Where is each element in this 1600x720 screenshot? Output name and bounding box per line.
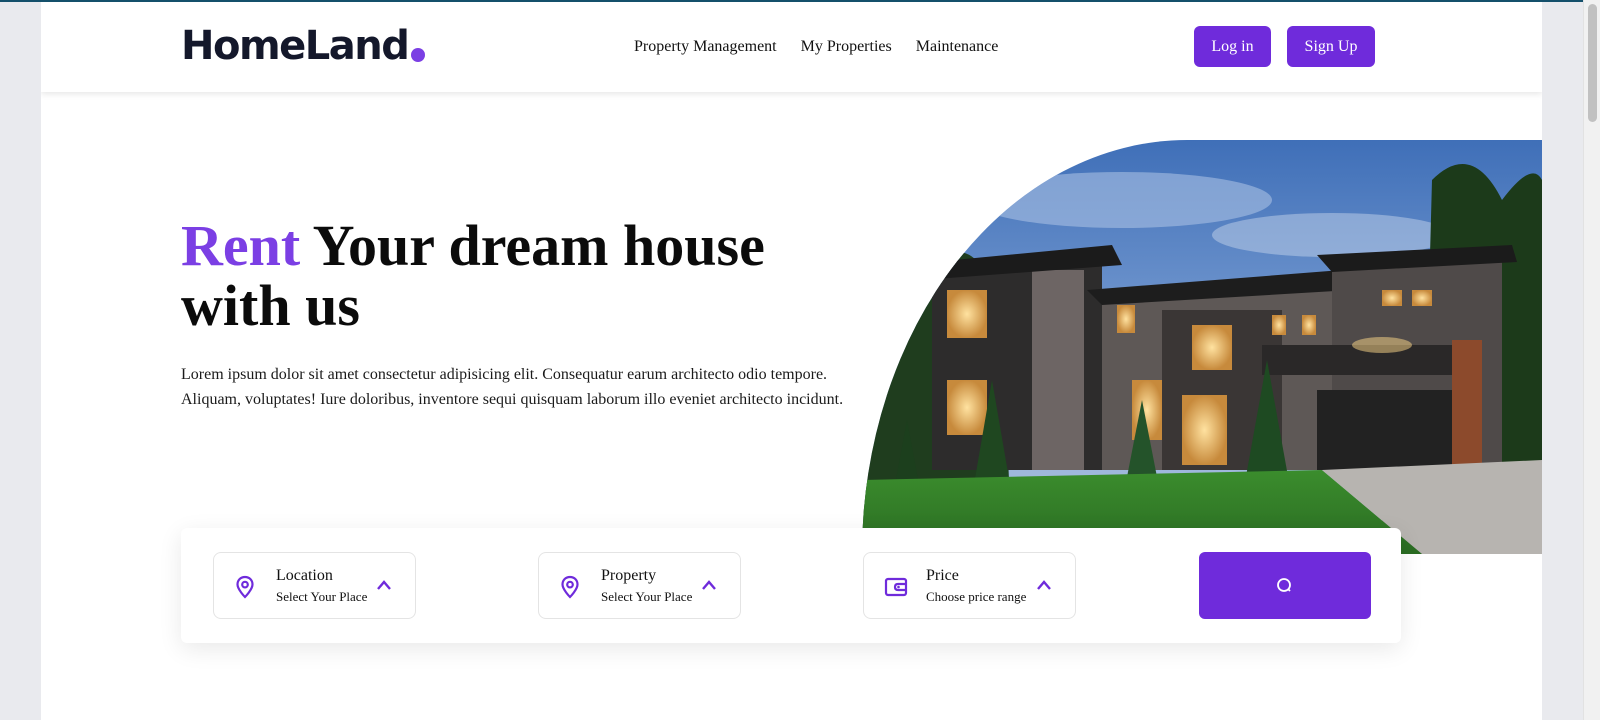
nav-item-my-properties[interactable]: My Properties xyxy=(801,36,892,58)
hero-house-image xyxy=(862,140,1542,554)
chevron-up-icon xyxy=(702,580,716,590)
property-title: Property xyxy=(601,567,657,584)
nav-item-maintenance[interactable]: Maintenance xyxy=(916,36,999,58)
chevron-up-icon xyxy=(377,580,391,590)
logo[interactable]: HomeLand xyxy=(181,23,426,69)
login-button[interactable]: Log in xyxy=(1194,26,1271,67)
search-icon xyxy=(1277,577,1291,592)
hero-description: Lorem ipsum dolor sit amet consectetur a… xyxy=(181,366,844,408)
hero-title: Rent Your dream house with us xyxy=(181,216,861,336)
location-field[interactable]: Location Select Your Place xyxy=(213,552,416,619)
site-header: HomeLand Property Management My Properti… xyxy=(41,2,1542,92)
price-title: Price xyxy=(926,567,959,584)
property-field[interactable]: Property Select Your Place xyxy=(538,552,741,619)
main-nav: Property Management My Properties Mainte… xyxy=(634,36,998,58)
page: HomeLand Property Management My Properti… xyxy=(41,2,1542,720)
nav-item-property-management[interactable]: Property Management xyxy=(634,36,777,58)
page-scrollbar[interactable] xyxy=(1583,0,1600,720)
price-subtitle: Choose price range xyxy=(926,589,1027,604)
signup-button[interactable]: Sign Up xyxy=(1287,26,1375,67)
map-pin-icon xyxy=(236,575,254,599)
logo-dot xyxy=(411,48,426,62)
search-bar: Location Select Your Place Property Sele… xyxy=(181,528,1401,643)
location-subtitle: Select Your Place xyxy=(276,589,368,604)
logo-text: HomeLand xyxy=(181,23,410,69)
property-subtitle: Select Your Place xyxy=(601,589,693,604)
location-title: Location xyxy=(276,567,333,584)
price-field[interactable]: Price Choose price range xyxy=(863,552,1076,619)
search-button[interactable] xyxy=(1199,552,1371,619)
map-pin-icon xyxy=(561,575,579,599)
scrollbar-thumb[interactable] xyxy=(1588,4,1597,122)
hero-title-accent: Rent xyxy=(181,213,301,278)
wallet-icon xyxy=(884,577,908,597)
chevron-up-icon xyxy=(1037,580,1051,590)
